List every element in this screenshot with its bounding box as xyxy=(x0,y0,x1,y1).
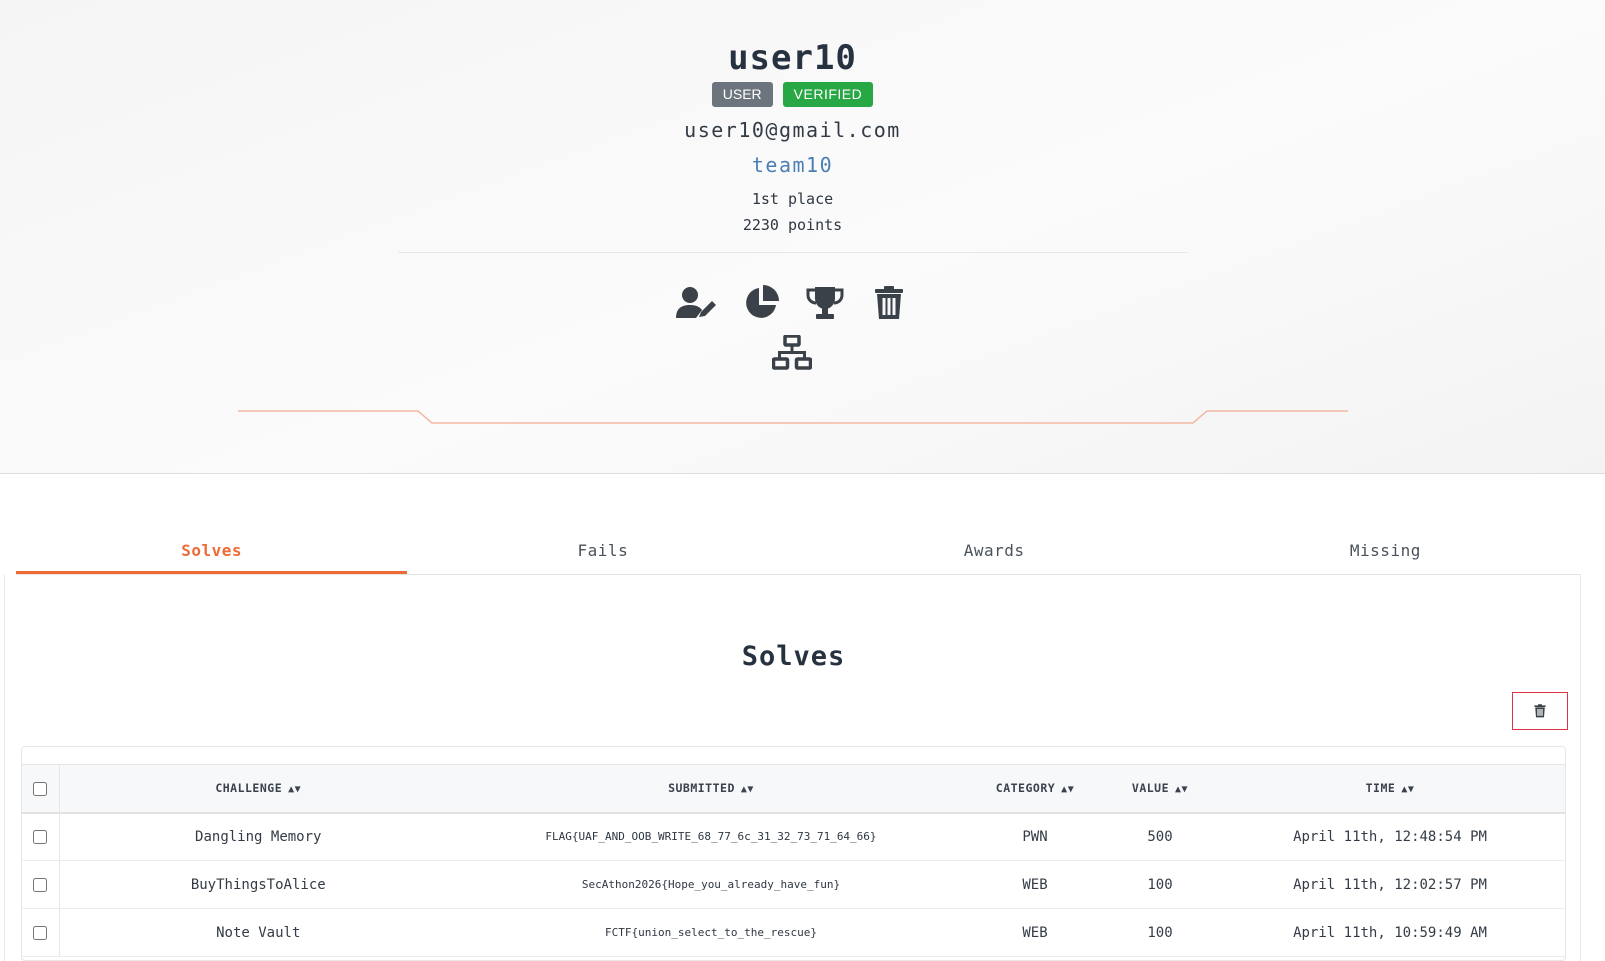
header-value[interactable]: VALUE ▲▼ xyxy=(1105,764,1215,814)
points-text: 2230 points xyxy=(742,216,843,234)
sort-icon: ▲▼ xyxy=(1401,784,1415,796)
tab-bar: Solves Fails Awards Missing xyxy=(16,531,1581,575)
challenge-cell[interactable]: Note Vault xyxy=(59,908,457,957)
table-row: BuyThingsToAlice SecAthon2026{Hope_you_a… xyxy=(22,860,1565,909)
row-checkbox[interactable] xyxy=(33,925,48,940)
place-text: 1st place xyxy=(751,190,834,208)
profile-header: user10 USER VERIFIED user10@gmail.com te… xyxy=(0,0,1605,474)
solves-table: CHALLENGE ▲▼ SUBMITTED ▲▼ CATEGORY ▲▼ VALUE… xyxy=(22,764,1565,957)
submitted-cell: FLAG{UAF_AND_OOB_WRITE_68_77_6c_31_32_73… xyxy=(457,812,965,861)
sort-icon: ▲▼ xyxy=(288,784,302,796)
tab-awards[interactable]: Awards xyxy=(799,531,1190,574)
value-cell: 500 xyxy=(1105,812,1215,861)
user-edit-icon[interactable] xyxy=(675,283,719,323)
value-cell: 100 xyxy=(1105,908,1215,957)
section-title: Solves xyxy=(741,641,846,672)
submitted-cell: FCTF{union_select_to_the_rescue} xyxy=(457,908,965,957)
row-select-cell xyxy=(22,908,60,957)
time-cell: April 11th, 10:59:49 AM xyxy=(1215,908,1565,957)
time-cell: April 11th, 12:02:57 PM xyxy=(1215,860,1565,909)
sort-icon: ▲▼ xyxy=(1175,784,1189,796)
tab-solves[interactable]: Solves xyxy=(16,531,408,574)
select-all-checkbox[interactable] xyxy=(33,781,48,796)
row-select-cell xyxy=(22,860,60,909)
challenge-cell[interactable]: Dangling Memory xyxy=(59,812,457,861)
table-row: Note Vault FCTF{union_select_to_the_resc… xyxy=(22,908,1565,957)
category-cell: WEB xyxy=(965,860,1105,909)
divider xyxy=(398,252,1188,253)
decorative-line xyxy=(238,410,1348,424)
username-title: user10 xyxy=(728,38,857,78)
pie-chart-icon[interactable] xyxy=(739,283,783,323)
select-all-cell xyxy=(22,764,60,814)
row-checkbox[interactable] xyxy=(33,829,48,844)
row-checkbox[interactable] xyxy=(33,877,48,892)
tab-fails[interactable]: Fails xyxy=(407,531,798,574)
row-select-cell xyxy=(22,812,60,861)
trophy-icon[interactable] xyxy=(803,283,847,323)
category-cell: WEB xyxy=(965,908,1105,957)
trash-icon[interactable] xyxy=(867,283,911,323)
sort-icon: ▲▼ xyxy=(1061,784,1075,796)
header-time[interactable]: TIME ▲▼ xyxy=(1215,764,1565,814)
solves-card: Solves CHALLENGE ▲▼ SUBMITTED ▲▼ CATEGOR… xyxy=(4,575,1581,961)
submitted-cell: SecAthon2026{Hope_you_already_have_fun} xyxy=(457,860,965,909)
category-cell: PWN xyxy=(965,812,1105,861)
sort-icon: ▲▼ xyxy=(740,784,754,796)
challenge-cell[interactable]: BuyThingsToAlice xyxy=(59,860,457,909)
solves-table-wrapper: CHALLENGE ▲▼ SUBMITTED ▲▼ CATEGORY ▲▼ VALUE… xyxy=(21,746,1566,961)
action-icons xyxy=(0,283,1585,323)
delete-selected-button[interactable] xyxy=(1512,692,1568,730)
value-cell: 100 xyxy=(1105,860,1215,909)
header-challenge[interactable]: CHALLENGE ▲▼ xyxy=(59,764,457,814)
content-panel: Solves Fails Awards Missing Solves CHALL… xyxy=(4,474,1581,961)
header-category[interactable]: CATEGORY ▲▼ xyxy=(965,764,1105,814)
verified-badge: VERIFIED xyxy=(782,82,874,107)
tab-missing[interactable]: Missing xyxy=(1190,531,1581,574)
header-submitted[interactable]: SUBMITTED ▲▼ xyxy=(457,764,965,814)
table-row: Dangling Memory FLAG{UAF_AND_OOB_WRITE_6… xyxy=(22,812,1565,861)
table-header-row: CHALLENGE ▲▼ SUBMITTED ▲▼ CATEGORY ▲▼ VALUE… xyxy=(22,764,1565,814)
trash-icon xyxy=(1534,704,1546,718)
time-cell: April 11th, 12:48:54 PM xyxy=(1215,812,1565,861)
network-icon[interactable] xyxy=(770,333,814,373)
email-text: user10@gmail.com xyxy=(684,118,901,142)
badges: USER VERIFIED xyxy=(0,82,1585,107)
team-link[interactable]: team10 xyxy=(0,153,1585,177)
user-badge: USER xyxy=(711,82,773,107)
